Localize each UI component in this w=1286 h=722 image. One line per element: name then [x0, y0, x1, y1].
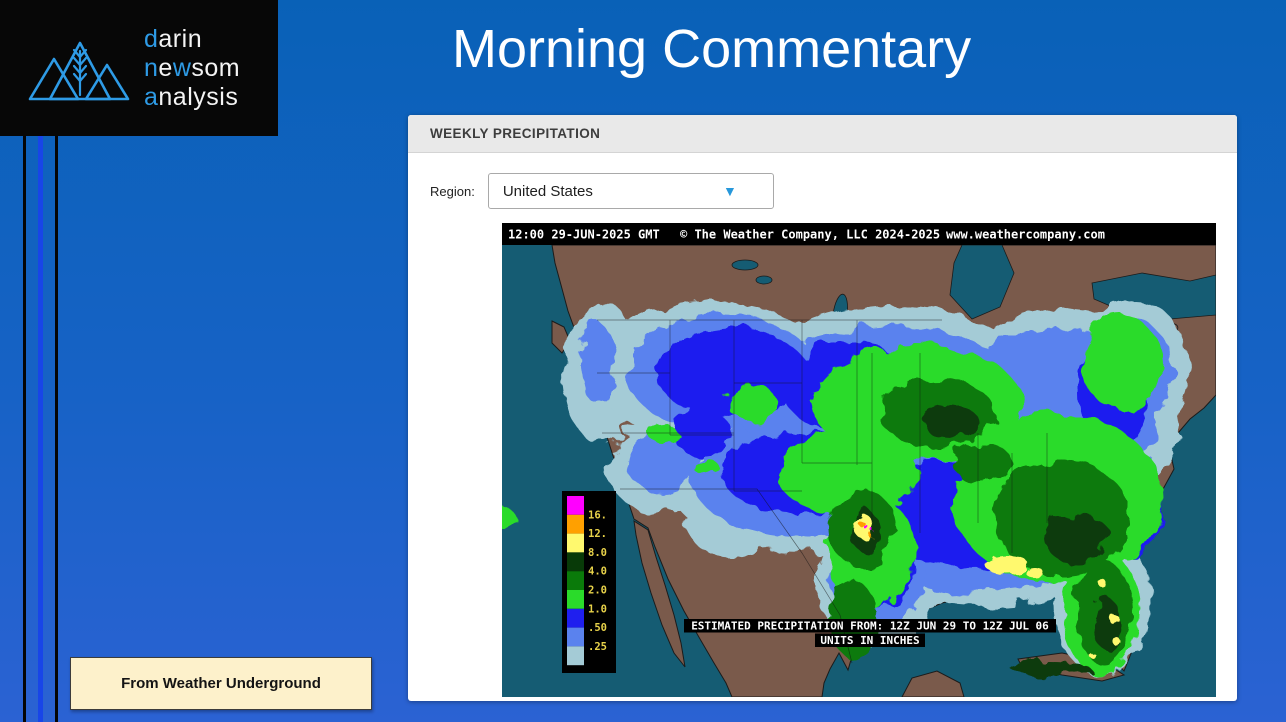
region-label: Region: [430, 183, 475, 199]
vertical-divider-line-1 [23, 134, 26, 722]
dna-logo: darin newsom analysis [0, 0, 278, 136]
chevron-down-icon: ▼ [722, 183, 737, 199]
logo-wordmark: darin newsom analysis [144, 24, 241, 111]
caption-line1: ESTIMATED PRECIPITATION FROM: 12Z JUN 29… [691, 620, 1049, 633]
precipitation-map-svg: 16. 12. 8.0 4.0 2.0 1.0 .50 .25 ESTIMATE… [502, 223, 1216, 697]
map-legend: 16. 12. 8.0 4.0 2.0 1.0 .50 .25 [562, 491, 616, 673]
legend-label: .50 [588, 622, 607, 634]
region-row: Region: United States ▼ [430, 173, 774, 209]
legend-label: .25 [588, 641, 607, 653]
source-note: From Weather Underground [70, 657, 372, 710]
weekly-precipitation-card: WEEKLY PRECIPITATION Region: United Stat… [408, 115, 1237, 701]
legend-label: 8.0 [588, 547, 607, 559]
source-note-text: From Weather Underground [121, 675, 321, 692]
logo-letter-d: d [144, 24, 159, 53]
page-title: Morning Commentary [452, 19, 972, 79]
logo-letter-n: n [144, 53, 159, 82]
card-header: WEEKLY PRECIPITATION [408, 115, 1237, 153]
map-timestamp: 12:00 29-JUN-2025 GMT [508, 228, 660, 242]
map-header-bar: 12:00 29-JUN-2025 GMT © The Weather Comp… [502, 223, 1216, 245]
logo-letter-a: a [144, 82, 159, 111]
legend-label: 1.0 [588, 603, 607, 615]
legend-label: 12. [588, 528, 607, 540]
precipitation-map: 16. 12. 8.0 4.0 2.0 1.0 .50 .25 ESTIMATE… [502, 223, 1216, 697]
region-dropdown[interactable]: United States ▼ [487, 173, 774, 209]
caption-line2: UNITS IN INCHES [820, 634, 919, 647]
legend-label: 16. [588, 509, 607, 521]
card-title: WEEKLY PRECIPITATION [430, 126, 601, 141]
vertical-divider-line-blue [38, 134, 43, 722]
region-dropdown-value: United States [502, 182, 593, 200]
legend-label: 4.0 [588, 566, 607, 578]
logo-letter-w: w [172, 53, 192, 82]
vertical-divider-line-2 [55, 134, 58, 722]
mountain-wheat-logo-icon [28, 41, 130, 101]
map-website-url: www.weathercompany.com [946, 228, 1105, 242]
legend-label: 2.0 [588, 585, 607, 597]
map-copyright: © The Weather Company, LLC 2024-2025 [680, 228, 940, 242]
